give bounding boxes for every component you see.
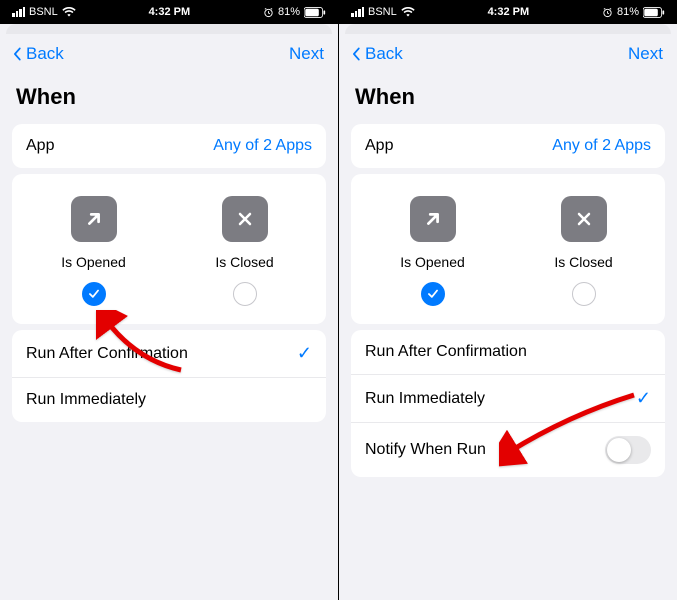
radio-closed[interactable]: [572, 282, 596, 306]
app-value: Any of 2 Apps: [213, 137, 312, 155]
app-value: Any of 2 Apps: [552, 137, 651, 155]
back-button[interactable]: Back: [349, 44, 403, 64]
option-is-opened[interactable]: Is Opened: [361, 196, 504, 306]
back-button[interactable]: Back: [10, 44, 64, 64]
run-mode-card: Run After Confirmation ✓ Run Immediately: [12, 330, 326, 422]
open-app-icon: [71, 196, 117, 242]
trigger-options-card: Is Opened Is Closed: [12, 174, 326, 324]
signal-icon: [351, 7, 364, 17]
option-is-opened[interactable]: Is Opened: [22, 196, 165, 306]
app-selector-card: App Any of 2 Apps: [12, 124, 326, 168]
row-run-after-confirmation[interactable]: Run After Confirmation ✓: [12, 330, 326, 377]
signal-icon: [12, 7, 25, 17]
status-bar: BSNL 4:32 PM 81%: [0, 0, 338, 24]
page-title: When: [339, 70, 677, 118]
row-run-immediately[interactable]: Run Immediately ✓: [351, 374, 665, 422]
sheet-background-lip: [345, 24, 671, 34]
sheet-background-lip: [6, 24, 332, 34]
close-app-icon: [222, 196, 268, 242]
row-run-after-confirmation[interactable]: Run After Confirmation: [351, 330, 665, 374]
battery-icon: [304, 7, 326, 18]
chevron-left-icon: [10, 47, 24, 61]
run-immediately-label: Run Immediately: [365, 390, 485, 408]
notify-toggle[interactable]: [605, 436, 651, 464]
option-opened-label: Is Opened: [61, 254, 126, 270]
nav-bar: Back Next: [0, 34, 338, 70]
radio-opened[interactable]: [82, 282, 106, 306]
carrier-label: BSNL: [368, 6, 397, 18]
battery-pct: 81%: [278, 6, 300, 18]
run-immediately-label: Run Immediately: [26, 391, 146, 409]
battery-pct: 81%: [617, 6, 639, 18]
run-mode-card: Run After Confirmation Run Immediately ✓…: [351, 330, 665, 477]
trigger-options-card: Is Opened Is Closed: [351, 174, 665, 324]
phone-right: BSNL 4:32 PM 81% Back Next When App Any …: [339, 0, 677, 600]
carrier-label: BSNL: [29, 6, 58, 18]
wifi-icon: [62, 7, 76, 17]
checkmark-icon: ✓: [297, 343, 312, 364]
app-label: App: [26, 137, 54, 155]
app-selector-card: App Any of 2 Apps: [351, 124, 665, 168]
row-run-immediately[interactable]: Run Immediately: [12, 377, 326, 422]
run-after-confirmation-label: Run After Confirmation: [365, 343, 527, 361]
wifi-icon: [401, 7, 415, 17]
option-is-closed[interactable]: Is Closed: [512, 196, 655, 306]
open-app-icon: [410, 196, 456, 242]
radio-closed[interactable]: [233, 282, 257, 306]
status-bar: BSNL 4:32 PM 81%: [339, 0, 677, 24]
checkmark-icon: ✓: [636, 388, 651, 409]
option-closed-label: Is Closed: [554, 254, 612, 270]
clock: 4:32 PM: [149, 6, 191, 18]
radio-opened[interactable]: [421, 282, 445, 306]
battery-icon: [643, 7, 665, 18]
alarm-icon: [602, 7, 613, 18]
app-selector-row[interactable]: App Any of 2 Apps: [351, 124, 665, 168]
next-button[interactable]: Next: [289, 44, 324, 64]
next-button[interactable]: Next: [628, 44, 663, 64]
back-label: Back: [365, 44, 403, 64]
clock: 4:32 PM: [488, 6, 530, 18]
row-notify-when-run[interactable]: Notify When Run: [351, 422, 665, 477]
option-is-closed[interactable]: Is Closed: [173, 196, 316, 306]
option-closed-label: Is Closed: [215, 254, 273, 270]
run-after-confirmation-label: Run After Confirmation: [26, 345, 188, 363]
notify-when-run-label: Notify When Run: [365, 441, 486, 459]
nav-bar: Back Next: [339, 34, 677, 70]
app-label: App: [365, 137, 393, 155]
close-app-icon: [561, 196, 607, 242]
alarm-icon: [263, 7, 274, 18]
option-opened-label: Is Opened: [400, 254, 465, 270]
back-label: Back: [26, 44, 64, 64]
page-title: When: [0, 70, 338, 118]
app-selector-row[interactable]: App Any of 2 Apps: [12, 124, 326, 168]
chevron-left-icon: [349, 47, 363, 61]
phone-left: BSNL 4:32 PM 81% Back Next When App Any …: [0, 0, 338, 600]
